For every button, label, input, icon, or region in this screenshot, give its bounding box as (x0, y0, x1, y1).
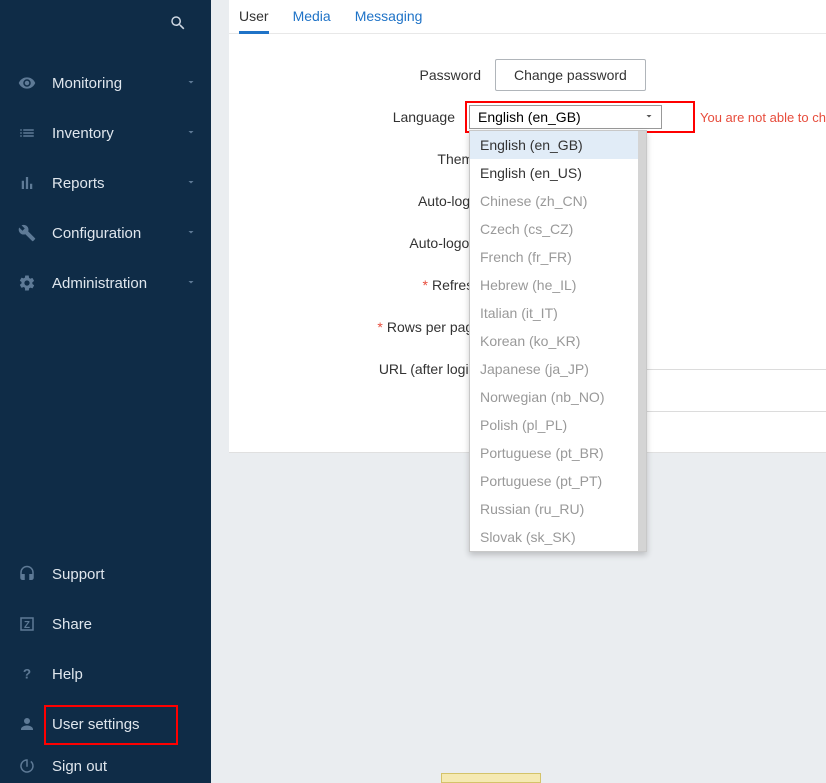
tabs: User Media Messaging (229, 0, 826, 34)
language-option: Portuguese (pt_PT) (470, 467, 638, 495)
select-value: English (en_GB) (478, 109, 581, 125)
language-option[interactable]: English (en_US) (470, 159, 638, 187)
language-option: Japanese (ja_JP) (470, 355, 638, 383)
language-option[interactable]: English (en_GB) (470, 131, 638, 159)
nav-monitoring[interactable]: Monitoring (0, 58, 211, 108)
help-icon: ? (14, 665, 40, 683)
nav-reports[interactable]: Reports (0, 158, 211, 208)
language-option: Korean (ko_KR) (470, 327, 638, 355)
user-icon (14, 715, 40, 733)
language-dropdown[interactable]: English (en_GB)English (en_US)Chinese (z… (469, 130, 647, 552)
svg-text:?: ? (23, 667, 31, 682)
footer-share[interactable]: Z Share (0, 599, 211, 649)
row-language: Language English (en_GB) English (en_GB)… (229, 96, 826, 138)
tab-messaging[interactable]: Messaging (355, 1, 423, 34)
footer-support[interactable]: Support (0, 549, 211, 599)
nav-administration[interactable]: Administration (0, 258, 211, 308)
tab-label: User (239, 8, 269, 24)
tab-label: Media (293, 8, 331, 24)
footer-label: Sign out (52, 758, 107, 775)
chevron-down-icon (643, 109, 655, 125)
headset-icon (14, 565, 40, 583)
tab-label: Messaging (355, 8, 423, 24)
share-icon: Z (14, 615, 40, 633)
label-url: URL (after login) (239, 361, 495, 377)
label-password: Password (239, 67, 495, 83)
chevron-down-icon (185, 125, 197, 141)
language-option: Norwegian (nb_NO) (470, 383, 638, 411)
svg-text:Z: Z (24, 620, 30, 631)
main: User Media Messaging Password Change pas… (211, 0, 826, 783)
user-form: Password Change password Language Englis… (229, 34, 826, 432)
gear-icon (14, 274, 40, 292)
footer-label: Share (52, 616, 92, 633)
sidebar-footer: Support Z Share ? Help User settings Sig… (0, 549, 211, 783)
nav-configuration[interactable]: Configuration (0, 208, 211, 258)
yellow-highlight (441, 773, 541, 783)
chevron-down-icon (185, 75, 197, 91)
change-password-button[interactable]: Change password (495, 59, 646, 91)
chevron-down-icon (185, 175, 197, 191)
chart-icon (14, 174, 40, 192)
footer-label: User settings (52, 716, 140, 733)
sidebar-search (0, 0, 211, 48)
language-option: Portuguese (pt_BR) (470, 439, 638, 467)
wrench-icon (14, 224, 40, 242)
language-select-wrapper: English (en_GB) English (en_GB)English (… (469, 105, 662, 129)
nav-label: Reports (52, 175, 185, 192)
content-panel: User Media Messaging Password Change pas… (229, 0, 826, 453)
row-password: Password Change password (229, 54, 826, 96)
power-icon (14, 757, 40, 775)
label-theme: Theme (239, 151, 495, 167)
footer-user-settings[interactable]: User settings (0, 699, 211, 749)
tab-user[interactable]: User (239, 1, 269, 34)
chevron-down-icon (185, 275, 197, 291)
nav-label: Administration (52, 275, 185, 292)
sidebar-nav: Monitoring Inventory Reports Configurati… (0, 48, 211, 308)
language-option: Russian (ru_RU) (470, 495, 638, 523)
language-option: Slovak (sk_SK) (470, 523, 638, 551)
language-option: Czech (cs_CZ) (470, 215, 638, 243)
language-option: Italian (it_IT) (470, 299, 638, 327)
list-icon (14, 124, 40, 142)
nav-inventory[interactable]: Inventory (0, 108, 211, 158)
label-language: Language (239, 109, 469, 125)
label-autologin: Auto-login (239, 193, 495, 209)
tab-media[interactable]: Media (293, 1, 331, 34)
eye-icon (14, 74, 40, 92)
dropdown-list: English (en_GB)English (en_US)Chinese (z… (470, 131, 646, 551)
language-option: French (fr_FR) (470, 243, 638, 271)
footer-signout[interactable]: Sign out (0, 749, 211, 783)
label-text: Rows per page (387, 319, 481, 335)
nav-label: Monitoring (52, 75, 185, 92)
search-icon[interactable] (169, 14, 187, 35)
footer-label: Help (52, 666, 83, 683)
nav-label: Inventory (52, 125, 185, 142)
sidebar: Monitoring Inventory Reports Configurati… (0, 0, 211, 783)
language-select[interactable]: English (en_GB) (469, 105, 662, 129)
chevron-down-icon (185, 225, 197, 241)
language-option: Chinese (zh_CN) (470, 187, 638, 215)
language-warning: You are not able to ch (700, 110, 826, 125)
nav-label: Configuration (52, 225, 185, 242)
footer-help[interactable]: ? Help (0, 649, 211, 699)
footer-label: Support (52, 566, 105, 583)
label-autologout: Auto-logout (239, 235, 495, 251)
label-refresh: *Refresh (239, 277, 495, 293)
language-option: Polish (pl_PL) (470, 411, 638, 439)
language-option: Hebrew (he_IL) (470, 271, 638, 299)
label-rows: *Rows per page (239, 319, 495, 335)
